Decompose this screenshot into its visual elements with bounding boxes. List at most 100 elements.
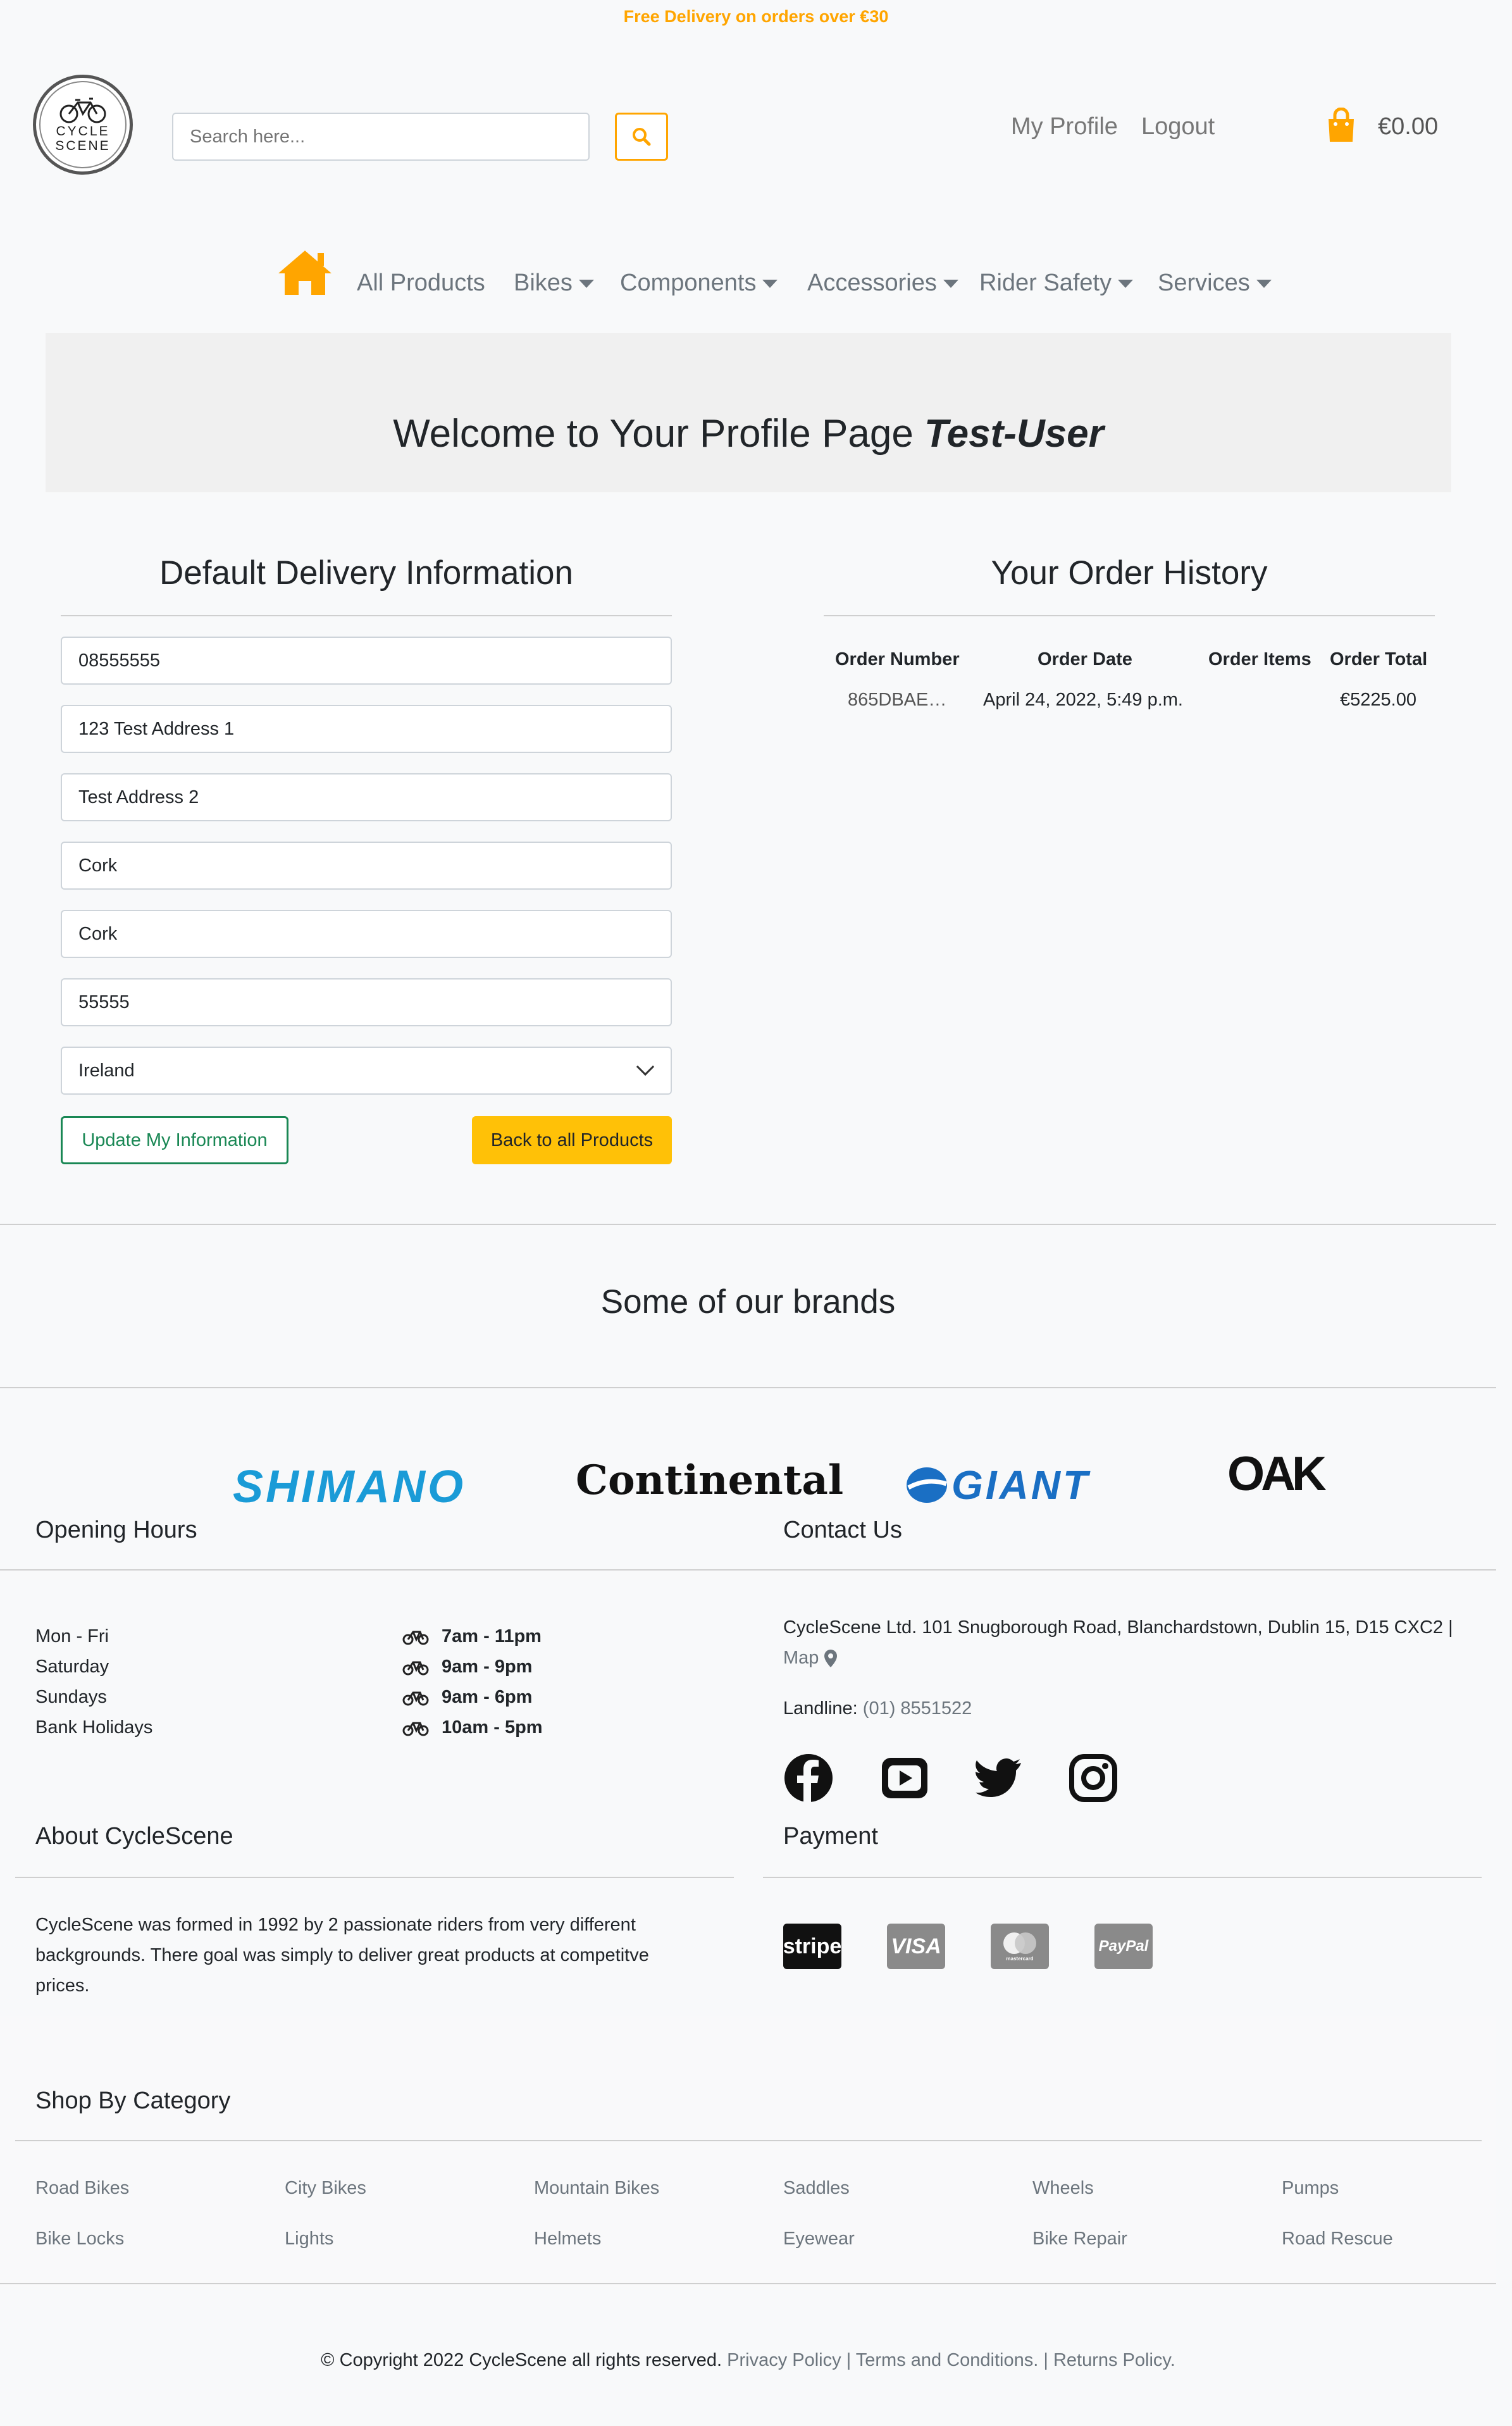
hours-day: Mon - Fri [35, 1626, 109, 1646]
mastercard-circles-icon [1003, 1932, 1036, 1954]
nav-label: Rider Safety [979, 270, 1112, 296]
payment-title: Payment [783, 1823, 878, 1850]
hours-time: 7am - 11pm [442, 1626, 542, 1646]
category-mountain-bikes[interactable]: Mountain Bikes [534, 2173, 659, 2203]
username: Test-User [924, 412, 1104, 456]
twitter-icon[interactable] [973, 1753, 1024, 1803]
update-info-button[interactable]: Update My Information [61, 1116, 288, 1164]
giant-text: GIANT [951, 1462, 1091, 1508]
stripe-icon: stripe [783, 1924, 841, 1969]
category-city-bikes[interactable]: City Bikes [285, 2173, 366, 2203]
cart-total[interactable]: €0.00 [1378, 110, 1438, 143]
nav-services[interactable]: Services [1158, 267, 1272, 299]
bicycle-icon [402, 1691, 429, 1706]
caret-down-icon [578, 280, 594, 289]
search-button[interactable] [615, 113, 668, 161]
back-to-products-button[interactable]: Back to all Products [472, 1116, 672, 1164]
logout-link[interactable]: Logout [1141, 110, 1215, 143]
caret-down-icon [943, 280, 958, 289]
category-bike-locks[interactable]: Bike Locks [35, 2224, 124, 2254]
category-bike-repair[interactable]: Bike Repair [1032, 2224, 1127, 2254]
hours-time: 9am - 6pm [442, 1687, 533, 1707]
divider [15, 2140, 1482, 2141]
copyright-bar: © Copyright 2022 CycleScene all rights r… [0, 2345, 1496, 2375]
divider [0, 2283, 1496, 2284]
search-input[interactable] [172, 113, 590, 161]
terms-link[interactable]: Terms and Conditions. [856, 2350, 1039, 2370]
delivery-banner: Free Delivery on orders over €30 [623, 7, 889, 26]
map-link-label: Map [783, 1648, 819, 1668]
divider [763, 1877, 1482, 1878]
nav-rider-safety[interactable]: Rider Safety [979, 267, 1134, 299]
about-title: About CycleScene [35, 1823, 233, 1850]
phone-field[interactable]: 08555555 [61, 637, 672, 685]
col-order-total: Order Total [1330, 649, 1428, 669]
returns-policy-link[interactable]: Returns Policy. [1053, 2350, 1175, 2370]
nav-label: All Products [357, 270, 485, 296]
hours-row: 10am - 5pm [402, 1712, 543, 1743]
separator: | [841, 2350, 856, 2370]
order-number-link[interactable]: 865DBAE… [848, 685, 946, 715]
country-select[interactable]: Ireland [61, 1047, 672, 1095]
divider [0, 1569, 1496, 1571]
divider [824, 615, 1435, 616]
youtube-icon[interactable] [879, 1753, 930, 1803]
category-section [0, 2016, 1496, 2287]
hours-day: Sundays [35, 1687, 107, 1707]
brands-title: Some of our brands [600, 1283, 896, 1321]
search-icon [633, 128, 651, 146]
nav-label: Components [620, 270, 757, 296]
nav-label: Services [1158, 270, 1250, 296]
address1-field[interactable]: 123 Test Address 1 [61, 705, 672, 753]
giant-logo: GIANT [905, 1462, 1090, 1508]
logo-badge: CYCLE SCENE [39, 81, 127, 168]
hours-day: Saturday [35, 1657, 109, 1677]
shimano-logo: SHIMANO [233, 1462, 466, 1512]
divider [0, 1224, 1496, 1225]
nav-label: Bikes [514, 270, 573, 296]
privacy-policy-link[interactable]: Privacy Policy [727, 2350, 841, 2370]
country-value: Ireland [78, 1061, 135, 1081]
caret-down-icon [1256, 280, 1272, 289]
divider [0, 1387, 1496, 1388]
category-helmets[interactable]: Helmets [534, 2224, 601, 2254]
facebook-icon[interactable] [783, 1753, 834, 1803]
shopping-bag-icon[interactable] [1326, 108, 1356, 143]
map-marker-icon [824, 1650, 838, 1668]
my-profile-link[interactable]: My Profile [1011, 110, 1118, 143]
nav-all-products[interactable]: All Products [357, 267, 485, 299]
hours-time: 10am - 5pm [442, 1717, 543, 1738]
hours-time: 9am - 9pm [442, 1657, 533, 1677]
nav-components[interactable]: Components [620, 267, 778, 299]
nav-bikes[interactable]: Bikes [514, 267, 594, 299]
postcode-field[interactable]: 55555 [61, 978, 672, 1026]
caret-down-icon [762, 280, 778, 289]
order-total: €5225.00 [1340, 690, 1416, 710]
map-link[interactable]: Map [783, 1648, 838, 1668]
paypal-icon: PayPal [1094, 1924, 1153, 1969]
category-saddles[interactable]: Saddles [783, 2173, 850, 2203]
town-field[interactable]: Cork [61, 842, 672, 890]
col-order-items: Order Items [1208, 649, 1311, 669]
nav-accessories[interactable]: Accessories [807, 267, 958, 299]
landline-label: Landline: [783, 1698, 858, 1719]
order-date: April 24, 2022, 5:49 p.m. [983, 690, 1183, 710]
divider [15, 1877, 734, 1878]
hours-row: 9am - 6pm [402, 1682, 532, 1712]
landline-number[interactable]: (01) 8551522 [863, 1698, 972, 1719]
site-logo[interactable]: CYCLE SCENE [33, 75, 133, 175]
category-wheels[interactable]: Wheels [1032, 2173, 1094, 2203]
oak-logo: OAK [1227, 1447, 1327, 1501]
nav-label: Accessories [807, 270, 937, 296]
category-road-bikes[interactable]: Road Bikes [35, 2173, 129, 2203]
welcome-heading: Welcome to Your Profile Page Test-User [46, 411, 1451, 457]
county-field[interactable]: Cork [61, 910, 672, 958]
category-eyewear[interactable]: Eyewear [783, 2224, 855, 2254]
category-lights[interactable]: Lights [285, 2224, 333, 2254]
category-pumps[interactable]: Pumps [1282, 2173, 1339, 2203]
home-icon[interactable] [276, 248, 334, 296]
instagram-icon[interactable] [1068, 1753, 1119, 1803]
category-road-rescue[interactable]: Road Rescue [1282, 2224, 1393, 2254]
address2-field[interactable]: Test Address 2 [61, 773, 672, 821]
main-nav: All Products Bikes Components Accessorie… [0, 234, 1512, 316]
